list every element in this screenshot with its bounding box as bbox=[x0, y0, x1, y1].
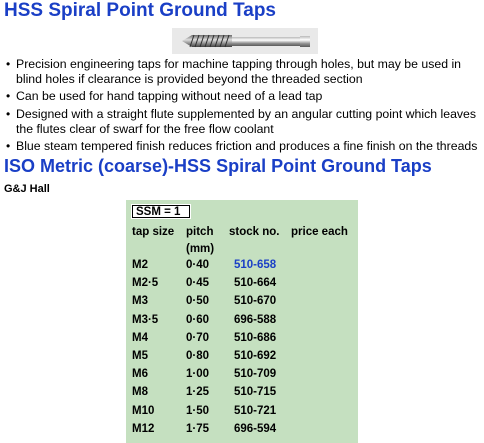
ssm-badge: SSM = 1 bbox=[131, 204, 191, 219]
stock-number-cell: 510-721 bbox=[234, 404, 277, 417]
pitch-cell: 0·50 bbox=[186, 295, 210, 308]
table-row: M3 0·50 510-670 bbox=[132, 295, 304, 313]
tap-size-cell: M2 bbox=[132, 259, 148, 271]
table-row: M3·5 0·60 696-588 bbox=[132, 314, 304, 332]
table-row: M8 1·25 510-715 bbox=[132, 386, 304, 404]
stock-number-cell: 696-588 bbox=[234, 313, 277, 326]
tap-size-cell: M2·5 bbox=[132, 277, 159, 290]
table-row: M12 1·75 696-594 bbox=[132, 423, 304, 441]
tap-size-cell: M5 bbox=[132, 349, 148, 362]
feature-item: Blue steam tempered finish reduces frict… bbox=[6, 139, 484, 154]
stock-number-link[interactable]: 510-658 bbox=[234, 259, 276, 271]
page-heading: HSS Spiral Point Ground Taps bbox=[4, 0, 277, 21]
header-pitch-unit: (mm) bbox=[186, 243, 215, 255]
stock-number-cell: 510-664 bbox=[234, 277, 277, 290]
pitch-cell: 1·75 bbox=[186, 422, 210, 435]
pitch-cell: 0·45 bbox=[186, 277, 210, 290]
stock-number-cell: 510-709 bbox=[234, 368, 277, 381]
pitch-cell: 0·60 bbox=[186, 313, 210, 326]
header-price-each: price each bbox=[291, 226, 348, 238]
tap-size-cell: M12 bbox=[132, 422, 155, 435]
pitch-cell: 0·40 bbox=[186, 259, 210, 271]
section-title: ISO Metric (coarse)-HSS Spiral Point Gro… bbox=[4, 156, 432, 176]
feature-item: Designed with a straight flute supplemen… bbox=[6, 107, 484, 137]
product-table-panel: SSM = 1 tap size pitch (mm) stock no. pr… bbox=[126, 200, 358, 443]
spiral-point-tap-image bbox=[172, 28, 318, 54]
pitch-cell: 1·25 bbox=[186, 386, 210, 399]
table-row: M6 1·00 510-709 bbox=[132, 368, 304, 386]
feature-item: Can be used for hand tapping without nee… bbox=[6, 89, 484, 104]
tap-size-cell: M10 bbox=[132, 404, 155, 417]
pitch-cell: 0·80 bbox=[186, 349, 210, 362]
stock-number-cell: 510-686 bbox=[234, 331, 277, 344]
stock-number-cell: 510-715 bbox=[234, 386, 277, 399]
tap-size-cell: M6 bbox=[132, 368, 148, 381]
pitch-cell: 0·70 bbox=[186, 331, 210, 344]
table-row: M4 0·70 510-686 bbox=[132, 332, 304, 350]
supplier-name: G&J Hall bbox=[4, 183, 50, 195]
table-row: M5 0·80 510-692 bbox=[132, 350, 304, 368]
tap-size-cell: M3·5 bbox=[132, 313, 159, 326]
tap-size-cell: M4 bbox=[132, 331, 148, 344]
feature-item: Precision engineering taps for machine t… bbox=[6, 57, 484, 87]
stock-number-cell: 696-594 bbox=[234, 422, 277, 435]
pitch-cell: 1·50 bbox=[186, 404, 210, 417]
header-pitch: pitch bbox=[186, 226, 214, 238]
pitch-cell: 1·00 bbox=[186, 368, 210, 381]
tap-size-cell: M3 bbox=[132, 295, 148, 308]
table-row: M10 1·50 510-721 bbox=[132, 405, 304, 423]
table-row: M2·5 0·45 510-664 bbox=[132, 277, 304, 295]
stock-number-cell: 510-692 bbox=[234, 349, 277, 362]
tap-size-cell: M8 bbox=[132, 386, 148, 399]
header-stock-no: stock no. bbox=[229, 226, 280, 238]
taps-table: M2 0·40 510-658 M2·5 0·45 510-664 M3 0·5… bbox=[132, 259, 304, 441]
table-row: M2 0·40 510-658 bbox=[132, 259, 304, 277]
stock-number-cell: 510-670 bbox=[234, 295, 277, 308]
header-tap-size: tap size bbox=[132, 226, 175, 238]
feature-list: Precision engineering taps for machine t… bbox=[6, 57, 484, 156]
